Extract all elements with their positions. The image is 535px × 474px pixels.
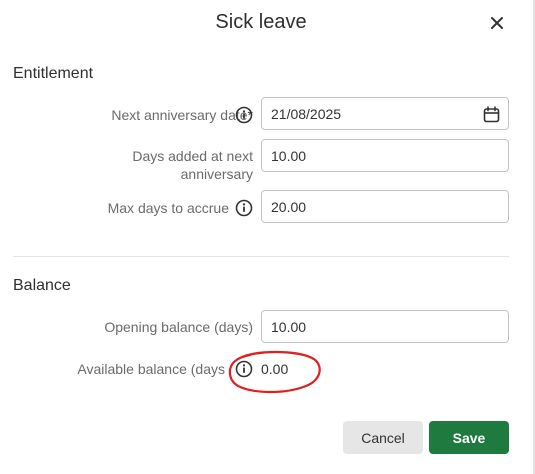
close-icon (491, 17, 503, 29)
available-balance-label: Available balance (days (77, 361, 225, 377)
dialog-title: Sick leave (215, 11, 307, 33)
section-divider (13, 256, 509, 257)
sick-leave-dialog: Sick leave Entitlement Next anniversary … (0, 0, 535, 474)
cancel-button[interactable]: Cancel (343, 421, 423, 454)
opening-balance-label: Opening balance (days) (104, 319, 253, 335)
info-icon[interactable] (235, 199, 253, 217)
opening-balance-input[interactable] (261, 310, 509, 343)
balance-section-title: Balance (13, 277, 71, 294)
close-button[interactable] (486, 12, 508, 34)
calendar-icon[interactable] (483, 106, 500, 123)
save-button[interactable]: Save (429, 421, 509, 454)
next-anniversary-label-text: Next anniversary date (111, 107, 248, 123)
entitlement-section-title: Entitlement (13, 65, 94, 82)
max-days-label: Max days to accrue (107, 200, 229, 216)
days-added-label: Days added at next anniversary (132, 148, 253, 182)
next-anniversary-label: Next anniversary date* (111, 106, 253, 124)
days-added-input[interactable] (261, 139, 509, 172)
info-icon[interactable] (235, 106, 253, 124)
max-days-input[interactable] (261, 190, 509, 223)
next-anniversary-date-input[interactable] (261, 97, 509, 130)
annotation-circle (228, 350, 321, 394)
